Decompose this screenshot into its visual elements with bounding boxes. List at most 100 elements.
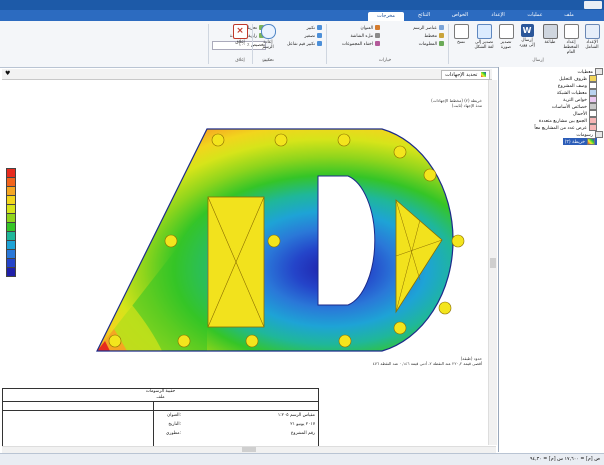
point-load [393, 321, 407, 335]
tree-item-project[interactable]: وصف المشروع [558, 82, 597, 89]
folder-icon [595, 68, 603, 75]
title-block-header-line2: ملف [156, 394, 165, 400]
project-tree-panel: معطيات ظروف التحليل وصف المشروع معطيات ا… [498, 67, 604, 452]
word-icon: W [520, 24, 534, 37]
contour-icon [481, 72, 486, 77]
info-icon [439, 41, 444, 46]
point-load [423, 168, 437, 182]
tree-item-foundation[interactable]: خصائص الأساسات [552, 103, 597, 110]
zoom-in-icon [317, 25, 322, 30]
cursor-coordinates: ص [م] = ١٧,٦٠٠ س [م] = ٩٤,٣٠ [529, 457, 600, 462]
send-to-word-button[interactable]: W إرسال إلى وورد [516, 24, 538, 48]
image-icon [498, 24, 514, 39]
title-bar [0, 0, 604, 10]
option-search[interactable]: المعلومات [384, 41, 444, 48]
page-setup-label: إعداد المخطط العام [563, 40, 579, 55]
tree-item-data[interactable]: معطيات [577, 68, 603, 75]
tab-menu-icon[interactable]: ♥ [5, 70, 10, 78]
tree-item-soil[interactable]: خواص التربة [563, 96, 597, 103]
title-block-divider [3, 402, 318, 411]
point-load [267, 234, 281, 248]
export-image-button[interactable]: تصدير صورة [496, 24, 516, 50]
copy-button[interactable]: نسخ [452, 24, 470, 45]
close-view-button[interactable]: × إغلاق [230, 24, 250, 45]
option-heading[interactable]: العنوان [330, 25, 380, 32]
document-tab[interactable]: تحديد الإجهادات [441, 70, 490, 80]
loads-icon [589, 110, 597, 117]
option-title[interactable]: مخطط [384, 33, 444, 40]
ribbon-separator [252, 24, 253, 64]
page-icon [563, 24, 579, 39]
tree-item-label: خريطة (٢) [564, 140, 585, 145]
option-hide-groups[interactable]: اخفاء المجموعات [324, 41, 380, 48]
tree-item-map[interactable]: خريطة (٢) [562, 138, 597, 145]
tab-operations[interactable]: عمليات [520, 11, 550, 20]
title-block-header: حقيبة الرسومات ملف [3, 389, 318, 402]
contour-icon [587, 138, 595, 145]
point-load [337, 133, 351, 147]
title-block-values: مقياس الرسم ١:٢٠٥ ٢٠١٧ يونيو ٢١ رقم المش… [183, 411, 315, 438]
send-to-word-label: إرسال إلى وورد [519, 38, 535, 48]
tree-item-multi[interactable]: عرض عدد من المشاريع معاً [534, 124, 597, 131]
zoom-interactive-icon [317, 41, 322, 46]
chart-icon [439, 33, 444, 38]
vertical-scroll-thumb[interactable] [490, 258, 496, 268]
analysis-icon [589, 75, 597, 82]
zoom-out-label: تصغير [304, 34, 315, 39]
tree-item-loads[interactable]: الأحمال [573, 110, 597, 117]
tree-item-drawings[interactable]: رسومات [576, 131, 603, 138]
chart-note-top: خريطة (٢) (مخطط الإجهادات) مدة الإجهاد (… [392, 98, 482, 108]
settings-icon [584, 24, 600, 39]
groups-icon [375, 41, 380, 46]
multi-icon [589, 124, 597, 131]
option-drawing-elements[interactable]: عناصر الرسم [384, 25, 444, 32]
ribbon-separator [326, 24, 327, 64]
close-icon: × [232, 24, 248, 39]
page-setup-button[interactable]: إعداد المخطط العام [560, 24, 582, 55]
point-load [274, 133, 288, 147]
print-button[interactable]: طباعة [540, 24, 560, 45]
point-load [451, 234, 465, 248]
title-block-label: التاريخ: [168, 422, 181, 427]
point-load [108, 334, 122, 348]
horizontal-scroll-thumb[interactable] [242, 447, 256, 452]
zoom-out-icon [317, 33, 322, 38]
title-block-labels: العنوان: التاريخ: مطوري: [153, 411, 181, 438]
quick-access-icon[interactable] [584, 1, 602, 9]
global-setup-button[interactable]: الإعداد الشامل [582, 24, 602, 50]
tab-properties[interactable]: الخواص [444, 11, 476, 20]
export-icon [476, 24, 492, 39]
close-label: إغلاق [235, 40, 245, 45]
tree-item-combine[interactable]: الجمع بين مشاريع متعددة [539, 117, 597, 124]
vertical-scrollbar[interactable] [488, 80, 497, 445]
group-label-send: إرسال [532, 58, 544, 63]
refresh-icon [260, 24, 276, 39]
ribbon-separator [448, 24, 449, 64]
title-block-value: ٢٠١٧ يونيو ٢١ [290, 422, 315, 427]
tree-item-analysis[interactable]: ظروف التحليل [559, 75, 597, 82]
chart-note-top-line2: مدة الإجهاد (ثابت) [451, 103, 482, 108]
tree-item-mesh[interactable]: معطيات الشبكة [557, 89, 597, 96]
tab-file[interactable]: ملف [556, 11, 582, 20]
title-block-label: مطوري: [166, 431, 181, 436]
group-label-view: خيارات [378, 58, 392, 63]
point-load [177, 334, 191, 348]
tab-output[interactable]: مخرجات [368, 12, 404, 21]
drawing-icon [439, 25, 444, 30]
redraw-button[interactable]: إعادة الرسم [256, 24, 280, 50]
fullscreen-icon [375, 33, 380, 38]
option-fullscreen[interactable]: ملء الشاشة [330, 33, 380, 40]
point-load [438, 301, 452, 315]
foundation-icon [589, 103, 597, 110]
tab-results[interactable]: النتائج [408, 11, 440, 20]
horizontal-scrollbar[interactable] [2, 446, 496, 453]
title-block-vline [153, 402, 154, 446]
chart-note-bottom-line2: أقصى قيمة ٢٢٠,٢ عند النقطة ٢، أدنى قيمة … [372, 361, 482, 366]
point-load [211, 133, 225, 147]
chart-note-bottom: حدود (طبقة) أقصى قيمة ٢٢٠,٢ عند النقطة ٢… [302, 356, 482, 366]
title-block-value: مقياس الرسم ١:٢٠٥ [277, 413, 315, 418]
export-shape-label: تصدير إلى لغة الشكل [474, 40, 494, 50]
document-tab-bar: تحديد الإجهادات ♥ [2, 69, 492, 80]
tab-setup[interactable]: الإعداد [482, 11, 514, 20]
export-shape-button[interactable]: تصدير إلى لغة الشكل [472, 24, 496, 50]
